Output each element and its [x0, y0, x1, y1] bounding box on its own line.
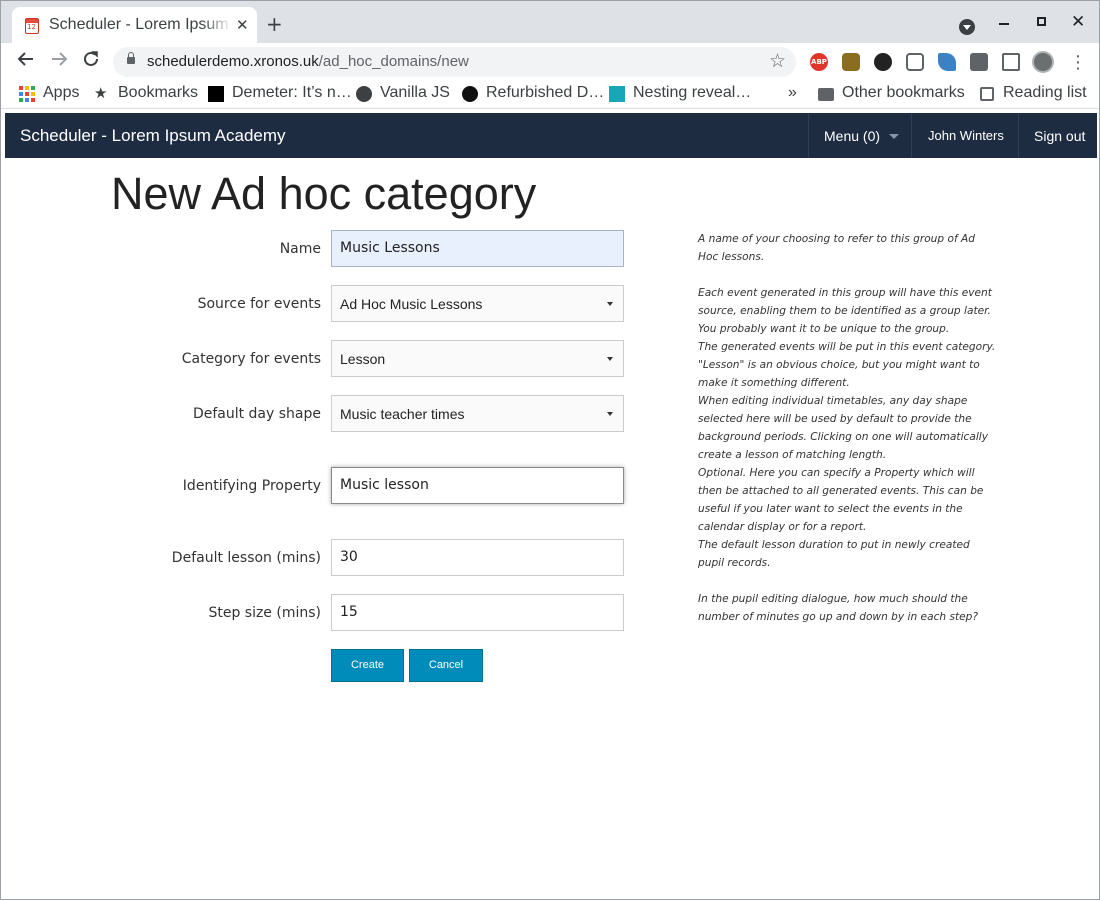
help-lesson: The default lesson duration to put in ne… [698, 539, 970, 569]
demeter-favicon-icon [208, 86, 224, 102]
bookmark-refurbished[interactable]: Refurbished D… [486, 84, 604, 102]
lock-icon [127, 52, 135, 64]
help-panel: A name of your choosing to refer to this… [698, 230, 998, 626]
dayshape-label: Default day shape [192, 406, 321, 422]
address-bar[interactable]: schedulerdemo.xronos.uk/ad_hoc_domains/n… [113, 47, 796, 77]
user-link[interactable]: John Winters [911, 113, 1019, 158]
help-name: A name of your choosing to refer to this… [698, 233, 976, 263]
tab-search-icon[interactable] [959, 19, 975, 35]
bookmarks-bar: Apps ★ Bookmarks Demeter: It’s n… Vanill… [1, 79, 1099, 109]
lesson-input[interactable]: 30 [331, 539, 624, 576]
user-name: John Winters [928, 128, 1004, 143]
tab-strip: 12 Scheduler - Lorem Ipsum Academy ✕ + ✕ [1, 1, 1099, 43]
help-property: Optional. Here you can specify a Propert… [698, 467, 984, 533]
help-dayshape: When editing individual timetables, any … [698, 395, 988, 461]
lesson-label: Default lesson (mins) [171, 550, 321, 566]
new-tab-icon[interactable]: + [266, 14, 283, 34]
help-category: The generated events will be put in this… [698, 341, 996, 389]
create-button[interactable]: Create [331, 649, 404, 682]
minimize-icon[interactable] [999, 23, 1009, 25]
bookmark-other[interactable]: Other bookmarks [842, 84, 965, 102]
dropdown-arrow-icon [607, 357, 613, 361]
app-navbar: Scheduler - Lorem Ipsum Academy Menu (0)… [5, 113, 1097, 158]
tab-title-fade [202, 11, 232, 37]
name-label: Name [279, 241, 321, 257]
dayshape-value: Music teacher times [340, 406, 465, 422]
screenshot-icon[interactable] [906, 53, 924, 71]
extension-feather-icon[interactable] [938, 53, 956, 71]
dropdown-arrow-icon [607, 412, 613, 416]
bookmarks-overflow-icon[interactable]: » [788, 84, 797, 102]
maximize-icon[interactable] [1037, 17, 1046, 26]
tab-close-icon[interactable]: ✕ [236, 16, 249, 34]
bookmark-demeter[interactable]: Demeter: It’s n… [232, 84, 352, 102]
bookmark-bookmarks[interactable]: Bookmarks [118, 84, 198, 102]
browser-menu-icon[interactable]: ⋮ [1069, 52, 1087, 73]
sign-out-link[interactable]: Sign out [1018, 113, 1097, 158]
caret-down-icon [889, 134, 900, 139]
dayshape-select[interactable]: Music teacher times [331, 395, 624, 432]
refurbished-favicon-icon [462, 86, 478, 102]
reading-list-button[interactable]: Reading list [1003, 84, 1087, 102]
adblock-plus-icon[interactable]: ABP [810, 53, 828, 71]
bookmark-vanilla-js[interactable]: Vanilla JS [380, 84, 450, 102]
category-label: Category for events [181, 351, 321, 367]
source-select[interactable]: Ad Hoc Music Lessons [331, 285, 624, 322]
source-label: Source for events [197, 296, 321, 312]
nesting-favicon-icon [609, 86, 625, 102]
category-select[interactable]: Lesson [331, 340, 624, 377]
extensions-puzzle-icon[interactable] [970, 53, 988, 71]
page-title: New Ad hoc category [111, 168, 537, 219]
help-source: Each event generated in this group will … [698, 287, 992, 335]
property-label: Identifying Property [182, 478, 321, 494]
app-brand[interactable]: Scheduler - Lorem Ipsum Academy [20, 126, 286, 146]
cast-icon[interactable] [1002, 53, 1020, 71]
help-step: In the pupil editing dialogue, how much … [698, 593, 979, 623]
bookmark-apps[interactable]: Apps [43, 84, 79, 102]
calendar-favicon-icon: 12 [25, 18, 39, 34]
step-input[interactable]: 15 [331, 594, 624, 631]
window-close-icon[interactable]: ✕ [1071, 12, 1085, 32]
extension-hut-icon[interactable] [842, 53, 860, 71]
browser-tab[interactable]: 12 Scheduler - Lorem Ipsum Academy ✕ [12, 7, 257, 43]
forward-icon[interactable] [50, 50, 68, 74]
back-icon[interactable] [17, 50, 35, 74]
browser-window: 12 Scheduler - Lorem Ipsum Academy ✕ + ✕… [0, 0, 1100, 900]
folder-icon [818, 88, 834, 101]
page-content: New Ad hoc category Name Music Lessons S… [5, 158, 1097, 898]
bookmark-star-icon[interactable]: ☆ [769, 50, 786, 72]
globe-icon [356, 86, 372, 102]
cancel-button[interactable]: Cancel [409, 649, 483, 682]
url-text: schedulerdemo.xronos.uk/ad_hoc_domains/n… [147, 53, 469, 70]
browser-toolbar: schedulerdemo.xronos.uk/ad_hoc_domains/n… [1, 43, 1099, 79]
dropdown-arrow-icon [607, 302, 613, 306]
menu-label: Menu (0) [824, 128, 881, 144]
extension-paw-icon[interactable] [874, 53, 892, 71]
reload-icon[interactable] [82, 50, 100, 74]
name-input[interactable]: Music Lessons [331, 230, 624, 267]
menu-dropdown[interactable]: Menu (0) [808, 113, 912, 158]
property-input[interactable]: Music lesson [331, 467, 624, 504]
reading-list-icon [980, 87, 994, 101]
profile-avatar[interactable] [1032, 51, 1054, 73]
bookmark-nesting[interactable]: Nesting reveal… [633, 84, 751, 102]
sign-out-label: Sign out [1034, 128, 1086, 144]
source-value: Ad Hoc Music Lessons [340, 296, 483, 312]
step-label: Step size (mins) [208, 605, 321, 621]
category-value: Lesson [340, 351, 386, 367]
apps-grid-icon [19, 86, 35, 102]
bookmark-star-icon: ★ [94, 85, 108, 102]
